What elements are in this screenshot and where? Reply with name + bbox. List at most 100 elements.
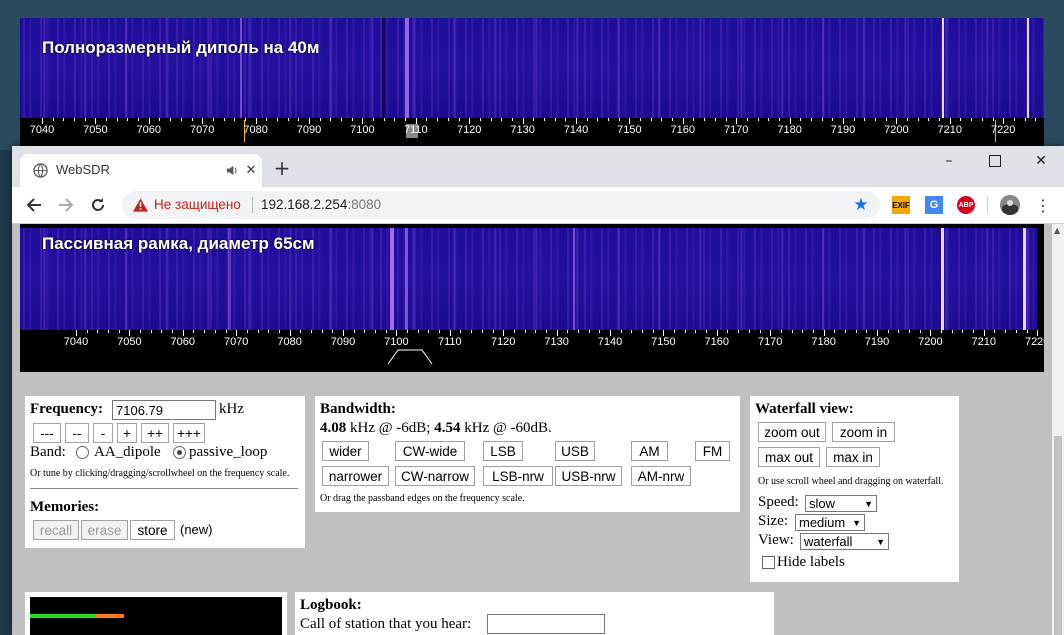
scale-minor-tick — [597, 118, 599, 121]
waterfall-hint: Or use scroll wheel and dragging on wate… — [758, 476, 944, 487]
tune-step-button[interactable]: +++ — [173, 423, 205, 443]
scale-tick-label: 7140 — [597, 336, 623, 348]
mode-button-am[interactable]: AM — [631, 441, 668, 461]
profile-avatar[interactable] — [1000, 195, 1020, 215]
scale-minor-tick — [332, 330, 334, 333]
scale-minor-tick — [298, 118, 300, 121]
scale-minor-tick — [898, 330, 900, 333]
scale-minor-tick — [501, 118, 503, 121]
speed-select[interactable]: slow ▼ — [805, 495, 877, 512]
mode-button-wider[interactable]: wider — [322, 441, 369, 461]
menu-dots-icon[interactable]: ⋮ — [1034, 195, 1052, 215]
view-select[interactable]: waterfall ▼ — [800, 533, 889, 550]
scale-minor-tick — [608, 118, 610, 121]
scroll-up-icon[interactable]: ▲ — [1054, 226, 1060, 235]
page-scrollbar[interactable]: ▲ — [1052, 224, 1064, 635]
adblock-extension-icon[interactable]: ABP — [957, 196, 975, 214]
maximize-button[interactable] — [972, 150, 1018, 172]
mode-button-narrower[interactable]: narrower — [322, 466, 389, 486]
forward-icon[interactable] — [56, 195, 76, 215]
scale-tick-label: 7220 — [990, 124, 1016, 136]
scale-minor-tick — [577, 330, 579, 333]
security-label[interactable]: Не защищено — [154, 197, 241, 212]
tab-close-icon[interactable]: ✕ — [244, 163, 258, 178]
zoom-out-button[interactable]: zoom out — [758, 422, 826, 442]
band-radio-aa-dipole[interactable] — [76, 446, 89, 459]
scale-minor-tick — [471, 330, 473, 333]
mode-button-am-nrw[interactable]: AM-nrw — [631, 466, 691, 486]
scale-minor-tick — [204, 330, 206, 333]
band-option-aa-dipole[interactable]: AA_dipole — [94, 444, 161, 461]
mode-button-lsb[interactable]: LSB — [483, 441, 523, 461]
scale-minor-tick — [543, 118, 545, 121]
mode-button-usb-nrw[interactable]: USB-nrw — [555, 466, 622, 486]
scale-minor-tick — [971, 118, 973, 121]
scale-minor-tick — [118, 330, 120, 333]
call-input[interactable] — [487, 614, 605, 634]
scale-minor-tick — [951, 330, 953, 333]
speaker-icon[interactable] — [224, 163, 238, 177]
scale-minor-tick — [341, 118, 343, 121]
memories-label: Memories: — [30, 499, 100, 515]
scale-minor-tick — [170, 118, 172, 121]
band-radio-passive-loop[interactable] — [173, 446, 186, 459]
tune-step-button[interactable]: - — [93, 423, 113, 443]
exif-extension-icon[interactable]: EXIF — [892, 196, 910, 214]
translate-extension-icon[interactable]: G — [925, 196, 943, 214]
mode-button-cw-wide[interactable]: CW-wide — [395, 441, 465, 461]
tune-step-button[interactable]: --- — [33, 423, 61, 443]
band-option-passive-loop[interactable]: passive_loop — [189, 444, 267, 461]
mode-button-lsb-nrw[interactable]: LSB-nrw — [483, 466, 553, 486]
erase-button[interactable]: erase — [81, 520, 128, 540]
size-select[interactable]: medium ▼ — [795, 514, 865, 531]
scale-minor-tick — [106, 118, 108, 121]
scale-minor-tick — [394, 118, 396, 121]
warning-icon[interactable] — [132, 197, 148, 213]
bookmark-star-icon[interactable]: ★ — [852, 195, 870, 215]
tab-websdr[interactable]: WebSDR ✕ — [20, 154, 262, 187]
max-in-button[interactable]: max in — [826, 447, 880, 467]
url-text[interactable]: 192.168.2.254:8080 — [261, 197, 381, 212]
max-out-button[interactable]: max out — [758, 447, 820, 467]
mode-button-usb[interactable]: USB — [555, 441, 595, 461]
hide-labels-checkbox[interactable] — [762, 556, 775, 569]
scale-minor-tick — [738, 330, 740, 333]
store-button[interactable]: store — [130, 520, 175, 540]
passband-shape[interactable] — [386, 346, 446, 366]
frequency-input[interactable] — [112, 400, 216, 420]
new-tab-icon[interactable]: + — [272, 156, 292, 180]
scale-tick-label: 7150 — [651, 336, 676, 348]
scale-minor-tick — [460, 330, 462, 333]
scale-tick-label: 7190 — [864, 336, 890, 348]
scale-minor-tick — [853, 118, 855, 121]
hide-labels-label[interactable]: Hide labels — [777, 554, 845, 571]
recall-button[interactable]: recall — [33, 520, 79, 540]
waterfall[interactable]: Пассивная рамка, диаметр 65см — [20, 228, 1044, 330]
scale-minor-tick — [631, 330, 633, 333]
scale-minor-tick — [84, 118, 86, 121]
tune-step-button[interactable]: ++ — [141, 423, 169, 443]
background-waterfall-title: Полноразмерный диполь на 40м — [42, 38, 320, 57]
scale-minor-tick — [674, 330, 676, 333]
close-button[interactable]: ✕ — [1018, 150, 1064, 172]
background-waterfall[interactable]: Полноразмерный диполь на 40м — [20, 18, 1044, 118]
mode-button-fm[interactable]: FM — [695, 441, 730, 461]
mode-button-cw-narrow[interactable]: CW-narrow — [395, 466, 475, 486]
minimize-button[interactable]: – — [926, 150, 972, 172]
address-bar[interactable]: Не защищено 192.168.2.254:8080 ★ — [122, 191, 880, 219]
tune-step-button[interactable]: -- — [65, 423, 89, 443]
tune-step-button[interactable]: + — [117, 423, 137, 443]
zoom-in-button[interactable]: zoom in — [832, 422, 895, 442]
scale-minor-tick — [321, 330, 323, 333]
back-icon[interactable] — [24, 195, 44, 215]
scale-minor-tick — [490, 118, 492, 121]
scale-minor-tick — [330, 118, 332, 121]
background-frequency-scale[interactable]: 7040 7050 7060 7070 7080 7090 7100 7110 7120 7130… — [20, 118, 1044, 146]
scrollbar-thumb[interactable] — [1054, 436, 1062, 635]
reload-icon[interactable] — [88, 195, 108, 215]
scale-tick-label: 7110 — [437, 336, 462, 348]
smeter-panel — [25, 592, 287, 635]
scale-minor-tick — [161, 330, 163, 333]
frequency-scale[interactable]: 7040 7050 7060 7070 7080 7090 7100 7110 7120 7130… — [20, 330, 1044, 372]
scale-tick-label: 7120 — [456, 124, 482, 136]
